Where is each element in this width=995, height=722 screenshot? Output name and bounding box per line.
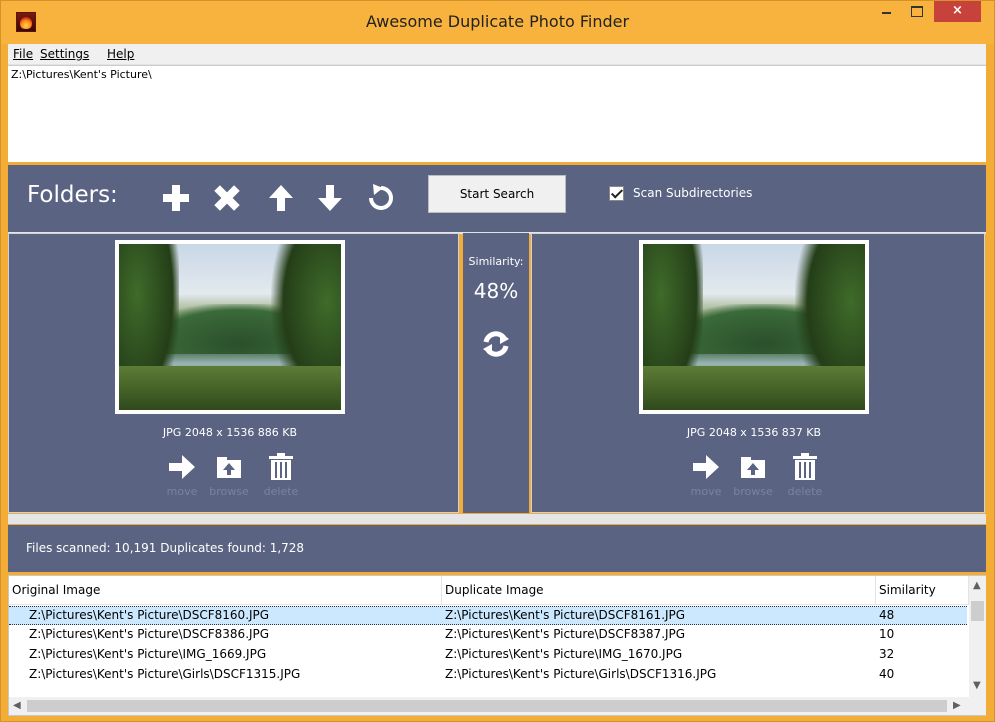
duplicate-path: Z:\Pictures\Kent's Picture\DSCF8161.JPG [445,608,686,622]
duplicate-path: Z:\Pictures\Kent's Picture\DSCF8387.JPG [445,627,686,641]
results-table: Original Image Duplicate Image Similarit… [8,575,986,716]
similarity-panel: Similarity: 48% [463,233,529,513]
horizontal-scrollbar[interactable]: ◀ ▶ [9,697,969,715]
menu-file[interactable]: File [13,47,33,61]
right-delete-button[interactable]: delete [785,453,825,498]
close-icon[interactable] [213,184,241,212]
close-window-button[interactable]: × [934,1,981,22]
refresh-icon[interactable] [367,184,395,212]
landscape-image [119,244,341,410]
left-move-button[interactable]: move [162,453,202,498]
trash-icon [269,453,293,480]
resize-grip-icon[interactable] [969,697,986,715]
original-path: Z:\Pictures\Kent's Picture\DSCF8386.JPG [29,627,270,641]
compare-area: JPG 2048 x 1536 886 KB move browse delet… [8,233,986,513]
menu-settings[interactable]: Settings [40,47,89,61]
scroll-left-icon[interactable]: ◀ [13,700,21,711]
horizontal-scroll-thumb[interactable] [27,700,947,712]
scroll-up-icon[interactable]: ▲ [973,580,981,591]
menu-help[interactable]: Help [107,47,134,61]
right-move-button[interactable]: move [686,453,726,498]
similarity-cell: 48 [879,608,895,622]
window-title: Awesome Duplicate Photo Finder [365,12,630,31]
table-header: Original Image Duplicate Image Similarit… [9,576,969,605]
vertical-scrollbar[interactable]: ▲ ▼ [969,576,986,697]
table-row[interactable]: Z:\Pictures\Kent's Picture\Girls\DSCF131… [9,666,967,685]
arrow-up-icon[interactable] [267,184,295,212]
duplicate-path: Z:\Pictures\Kent's Picture\Girls\DSCF131… [445,667,717,681]
scroll-right-icon[interactable]: ▶ [953,700,961,711]
right-browse-button[interactable]: browse [733,453,773,498]
scroll-down-icon[interactable]: ▼ [973,680,981,691]
client-area: File Settings Help Z:\Pictures\Kent's Pi… [0,44,995,716]
similarity-label: Similarity: [468,255,524,268]
original-path: Z:\Pictures\Kent's Picture\Girls\DSCF131… [29,667,301,681]
title-bar[interactable]: Awesome Duplicate Photo Finder × [1,1,994,44]
swap-icon[interactable] [482,330,510,358]
column-duplicate-image[interactable]: Duplicate Image [442,576,876,605]
start-search-button[interactable]: Start Search [428,175,566,213]
similarity-value: 48% [473,279,519,303]
table-row[interactable]: Z:\Pictures\Kent's Picture\IMG_1669.JPG … [9,646,967,665]
menu-bar: File Settings Help [8,44,986,65]
folders-label: Folders: [27,182,118,208]
minimize-button[interactable] [873,1,899,22]
left-browse-button[interactable]: browse [209,453,249,498]
status-bar: Files scanned: 10,191 Duplicates found: … [8,525,986,572]
arrow-down-icon[interactable] [316,184,344,212]
right-photo[interactable] [639,240,869,414]
maximize-button[interactable] [903,1,929,22]
left-photo[interactable] [115,240,345,414]
folder-open-icon [217,457,241,478]
arrow-right-icon [169,455,195,479]
similarity-cell: 32 [879,647,895,661]
status-text: Files scanned: 10,191 Duplicates found: … [26,541,305,555]
arrow-right-icon [693,455,719,479]
folders-toolbar: Folders: Start Search Scan Subdirectorie… [8,165,986,232]
table-row[interactable]: Z:\Pictures\Kent's Picture\DSCF8160.JPG … [9,606,967,625]
left-image-info: JPG 2048 x 1536 886 KB [162,426,298,439]
right-image-panel: JPG 2048 x 1536 837 KB move browse delet… [531,233,985,513]
separator [8,514,986,524]
folder-path[interactable]: Z:\Pictures\Kent's Picture\ [11,68,152,81]
plus-icon[interactable] [162,184,190,212]
original-path: Z:\Pictures\Kent's Picture\IMG_1669.JPG [29,647,267,661]
checkbox-checked[interactable] [609,186,624,201]
duplicate-path: Z:\Pictures\Kent's Picture\IMG_1670.JPG [445,647,683,661]
original-path: Z:\Pictures\Kent's Picture\DSCF8160.JPG [29,608,270,622]
table-row[interactable]: Z:\Pictures\Kent's Picture\DSCF8386.JPG … [9,626,967,645]
similarity-cell: 10 [879,627,895,641]
folder-open-icon [741,457,765,478]
column-similarity[interactable]: Similarity [876,576,969,605]
similarity-cell: 40 [879,667,895,681]
vertical-scroll-thumb[interactable] [971,601,984,621]
left-delete-button[interactable]: delete [261,453,301,498]
trash-icon [793,453,817,480]
left-image-panel: JPG 2048 x 1536 886 KB move browse delet… [8,233,459,513]
folder-list[interactable]: Z:\Pictures\Kent's Picture\ [8,65,986,162]
column-original-image[interactable]: Original Image [9,576,442,605]
landscape-image [643,244,865,410]
right-image-info: JPG 2048 x 1536 837 KB [686,426,822,439]
scan-subdirectories-label: Scan Subdirectories [633,186,753,200]
